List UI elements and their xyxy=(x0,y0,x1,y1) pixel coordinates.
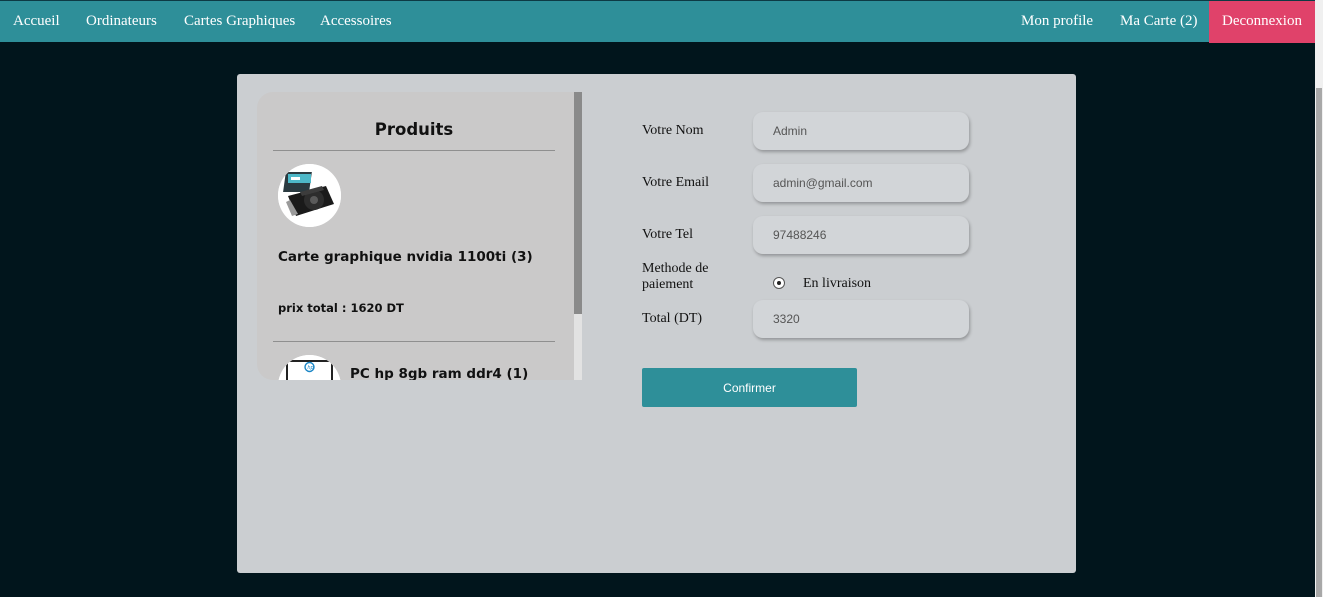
tel-label: Votre Tel xyxy=(642,227,693,242)
checkout-card: Produits Carte graphique nvidia 1100ti (… xyxy=(237,74,1076,573)
product-name: Carte graphique nvidia 1100ti (3) xyxy=(278,249,533,265)
graphics-card-icon xyxy=(278,164,341,227)
products-scrollbar[interactable] xyxy=(574,92,582,380)
nav-accueil[interactable]: Accueil xyxy=(13,1,60,43)
gpu-product-image xyxy=(278,164,341,227)
products-scrollbar-thumb[interactable] xyxy=(574,92,582,314)
page-scrollbar-thumb[interactable] xyxy=(1316,88,1322,597)
page-scrollbar[interactable] xyxy=(1315,0,1323,597)
name-label: Votre Nom xyxy=(642,123,704,138)
payment-label-line-2: paiement xyxy=(642,277,694,292)
livraison-radio[interactable] xyxy=(773,277,785,289)
nav-ordinateurs[interactable]: Ordinateurs xyxy=(86,1,157,43)
nav-cartes-graphiques[interactable]: Cartes Graphiques xyxy=(184,1,295,43)
payment-label: Methode de paiement xyxy=(642,261,708,293)
products-panel: Produits Carte graphique nvidia 1100ti (… xyxy=(257,92,575,380)
confirm-button[interactable]: Confirmer xyxy=(642,368,857,407)
top-navbar: Accueil Ordinateurs Cartes Graphiques Ac… xyxy=(0,0,1315,43)
logout-button[interactable]: Deconnexion xyxy=(1209,1,1315,43)
email-label: Votre Email xyxy=(642,175,710,190)
livraison-radio-label[interactable]: En livraison xyxy=(803,276,871,292)
laptop-product-image: hp xyxy=(278,355,341,380)
tel-input[interactable] xyxy=(753,216,969,254)
radio-selected-dot xyxy=(777,281,781,285)
divider xyxy=(273,150,555,151)
laptop-icon: hp xyxy=(278,355,341,380)
nav-mon-profile[interactable]: Mon profile xyxy=(1021,1,1093,43)
nav-ma-carte[interactable]: Ma Carte (2) xyxy=(1120,1,1197,43)
nav-accessoires[interactable]: Accessoires xyxy=(320,1,392,43)
total-input[interactable] xyxy=(753,300,969,338)
name-input[interactable] xyxy=(753,112,969,150)
total-label: Total (DT) xyxy=(642,311,703,326)
svg-text:hp: hp xyxy=(307,365,313,371)
payment-label-line-1: Methode de xyxy=(642,261,709,276)
product-name: PC hp 8gb ram ddr4 (1) xyxy=(350,366,529,380)
email-input[interactable] xyxy=(753,164,969,202)
divider xyxy=(273,341,555,342)
product-total: prix total : 1620 DT xyxy=(278,301,404,315)
products-title: Produits xyxy=(374,120,454,139)
